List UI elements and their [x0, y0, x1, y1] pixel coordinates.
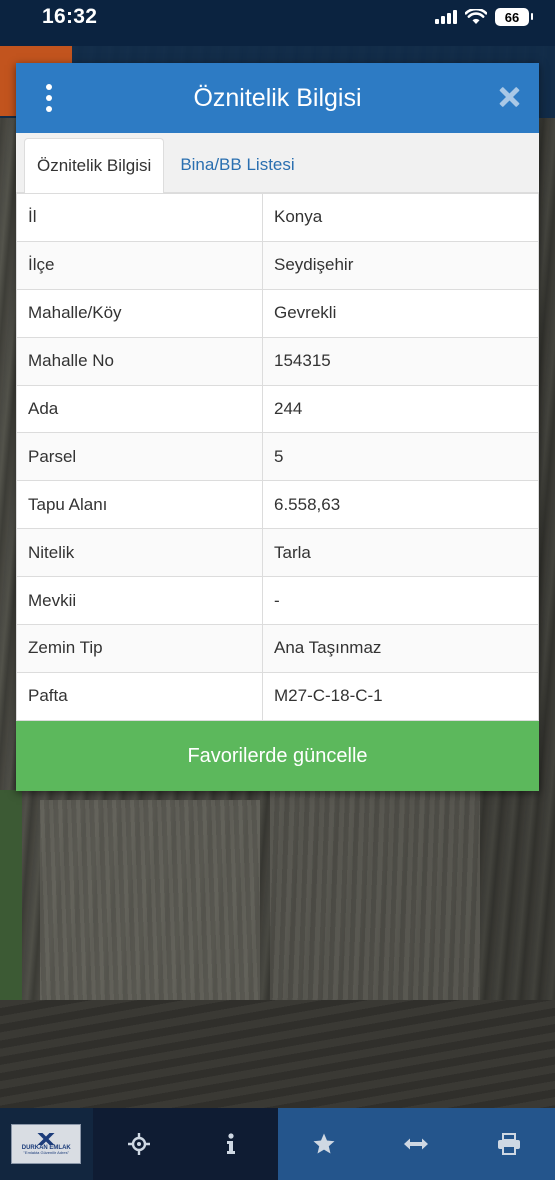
row-key: Parsel — [16, 432, 263, 482]
battery-level: 66 — [504, 9, 520, 25]
row-value: - — [262, 576, 539, 626]
status-time: 16:32 — [42, 5, 98, 28]
measure-icon — [404, 1138, 429, 1150]
table-row: Mahalle/Köy Gevrekli — [16, 288, 539, 338]
status-bar: 16:32 66 — [0, 0, 555, 34]
measure-button[interactable] — [370, 1108, 463, 1180]
attribute-dialog: Öznitelik Bilgisi Öznitelik Bilgisi Bina… — [16, 63, 539, 791]
table-row: Ada 244 — [16, 384, 539, 434]
wifi-icon — [465, 9, 487, 24]
row-key: Mahalle No — [16, 336, 263, 386]
row-key: İl — [16, 193, 263, 242]
signal-icon — [435, 10, 457, 24]
row-key: Zemin Tip — [16, 624, 263, 673]
logo-slogan: "Emlakta Güvenilir Adres" — [23, 1150, 70, 1156]
dialog-header: Öznitelik Bilgisi — [16, 63, 539, 133]
dialog-title: Öznitelik Bilgisi — [193, 83, 362, 112]
print-button[interactable] — [462, 1108, 555, 1180]
update-favorites-button[interactable]: Favorilerde güncelle — [16, 721, 539, 791]
star-icon — [313, 1133, 335, 1154]
row-value: Ana Taşınmaz — [262, 624, 539, 673]
locate-button[interactable] — [92, 1108, 185, 1180]
row-key: Nitelik — [16, 528, 263, 578]
row-key: Mevkii — [16, 576, 263, 626]
row-value: M27-C-18-C-1 — [262, 671, 539, 721]
row-value: Seydişehir — [262, 240, 539, 290]
row-value: 154315 — [262, 336, 539, 386]
row-key: Ada — [16, 384, 263, 434]
table-row: Zemin Tip Ana Taşınmaz — [16, 624, 539, 673]
logo-image: DURKAN EMLAK "Emlakta Güvenilir Adres" — [11, 1124, 82, 1164]
tab-bar: Öznitelik Bilgisi Bina/BB Listesi — [16, 133, 539, 193]
table-row: Pafta M27-C-18-C-1 — [16, 671, 539, 721]
table-row: Mahalle No 154315 — [16, 336, 539, 386]
more-vert-icon[interactable] — [42, 84, 56, 112]
bottom-toolbar: DURKAN EMLAK "Emlakta Güvenilir Adres" — [0, 1108, 555, 1180]
row-key: Pafta — [16, 671, 263, 721]
info-icon — [227, 1133, 236, 1154]
attribute-table: İl Konya İlçe Seydişehir Mahalle/Köy Gevrek… — [16, 193, 539, 721]
locate-icon — [127, 1133, 150, 1155]
table-row: Nitelik Tarla — [16, 528, 539, 578]
favorites-button[interactable] — [277, 1108, 370, 1180]
close-icon[interactable] — [497, 85, 521, 109]
table-row: Tapu Alanı 6.558,63 — [16, 480, 539, 530]
table-row: İlçe Seydişehir — [16, 240, 539, 290]
row-key: İlçe — [16, 240, 263, 290]
table-row: Mevkii - — [16, 576, 539, 626]
table-row: İl Konya — [16, 193, 539, 242]
tab-attribute-info[interactable]: Öznitelik Bilgisi — [24, 138, 165, 193]
row-value: Tarla — [262, 528, 539, 578]
info-button[interactable] — [185, 1108, 278, 1180]
row-value: Konya — [262, 193, 539, 242]
row-key: Tapu Alanı — [16, 480, 263, 530]
print-icon — [497, 1133, 520, 1155]
row-value: Gevrekli — [262, 288, 539, 338]
table-row: Parsel 5 — [16, 432, 539, 482]
battery-icon: 66 — [495, 8, 533, 26]
company-logo[interactable]: DURKAN EMLAK "Emlakta Güvenilir Adres" — [0, 1108, 93, 1180]
row-key: Mahalle/Köy — [16, 288, 263, 338]
row-value: 244 — [262, 384, 539, 434]
row-value: 6.558,63 — [262, 480, 539, 530]
row-value: 5 — [262, 432, 539, 482]
tab-building-list[interactable]: Bina/BB Listesi — [164, 138, 306, 192]
